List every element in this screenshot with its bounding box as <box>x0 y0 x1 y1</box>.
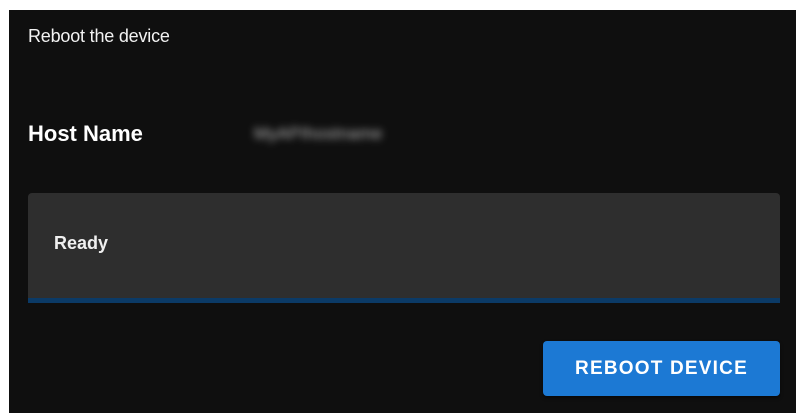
host-name-row: Host Name MyAPIhostname <box>28 119 383 149</box>
host-name-label: Host Name <box>28 121 143 146</box>
section-title: Reboot the device <box>28 26 170 46</box>
reboot-device-button[interactable]: REBOOT DEVICE <box>543 341 780 396</box>
reboot-panel: Reboot the device Host Name MyAPIhostnam… <box>9 10 796 413</box>
status-box: Ready <box>28 193 780 303</box>
host-name-value: MyAPIhostname <box>254 124 383 143</box>
status-text: Ready <box>54 233 109 253</box>
